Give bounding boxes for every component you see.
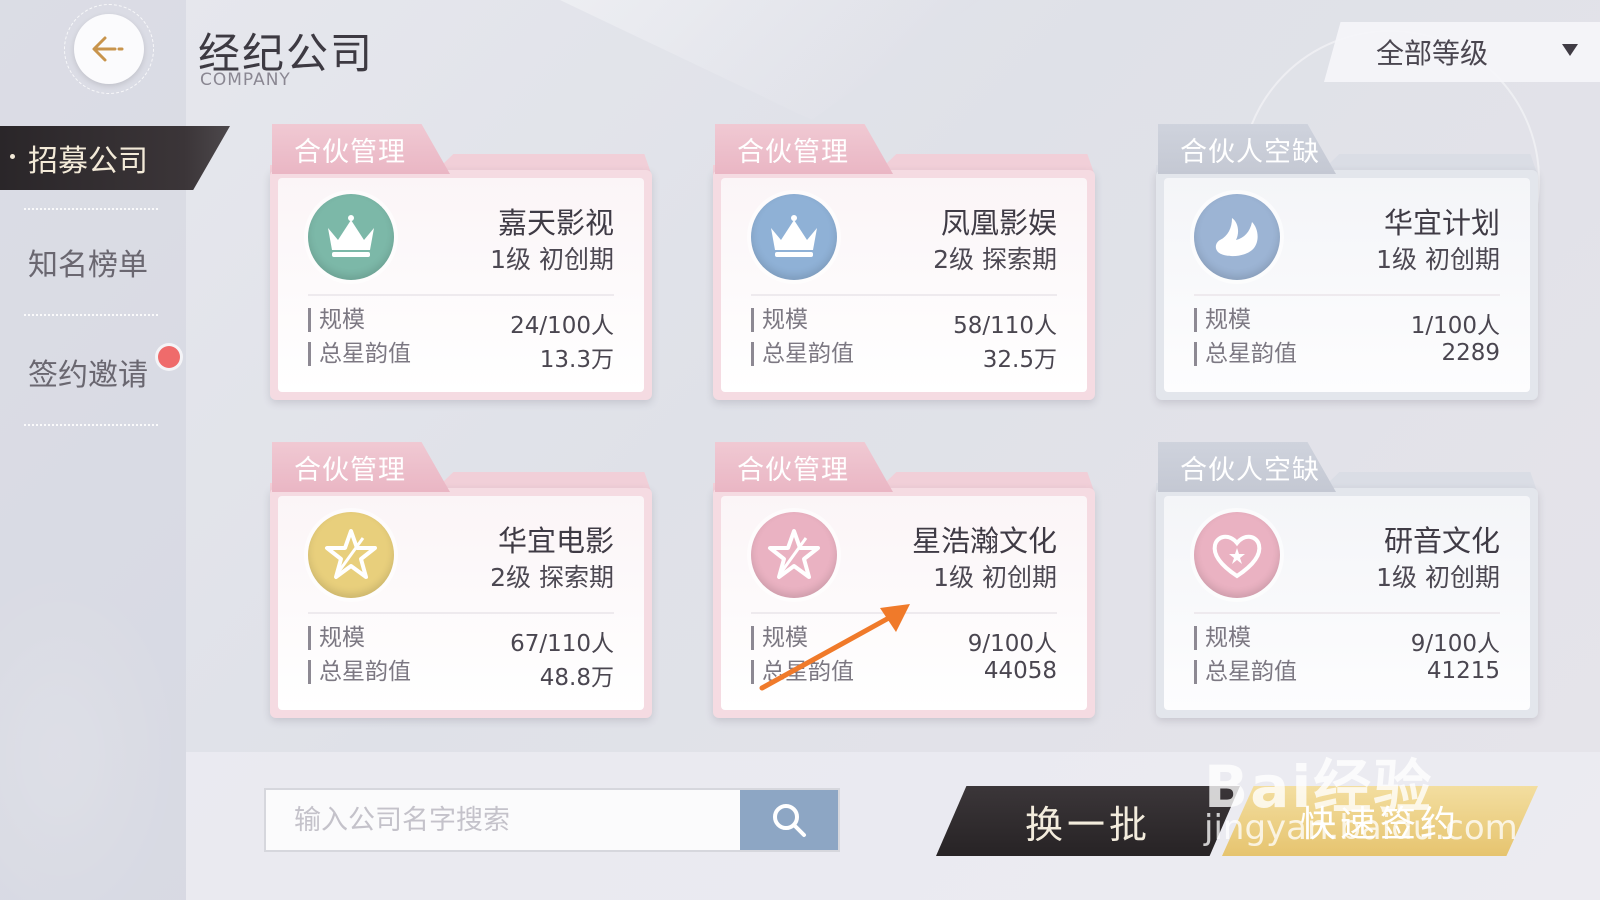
star-icon (308, 512, 394, 598)
page-subtitle: COMPANY (200, 70, 291, 90)
sidebar-item-recruit-company[interactable]: 招募公司 (0, 126, 230, 190)
company-level: 2级 探索期 (490, 563, 614, 592)
company-name: 凤凰影娱 (940, 206, 1057, 240)
card-divider (308, 294, 614, 296)
level-filter-dropdown[interactable]: 全部等级 (1324, 22, 1600, 82)
star-value: 32.5万 (982, 347, 1057, 373)
scale-label: 规模 (1194, 626, 1251, 650)
company-level: 1级 初创期 (490, 245, 614, 274)
card-tab-label: 合伙管理 (715, 124, 893, 174)
company-card[interactable]: 合伙管理 星浩瀚文化 1级 初创期 规模 9/100人 总星韵值 44058 (713, 442, 1095, 718)
company-level: 2级 探索期 (933, 245, 1057, 274)
company-name: 华宜电影 (497, 524, 614, 558)
sidebar-item-famous-list[interactable]: 知名榜单 (0, 230, 186, 294)
sidebar-item-label: 知名榜单 (28, 248, 148, 283)
scale-label: 规模 (751, 626, 808, 650)
company-level: 1级 初创期 (1376, 563, 1500, 592)
scale-label: 规模 (751, 308, 808, 332)
star-value-label: 总星韵值 (1194, 342, 1297, 366)
notification-dot (158, 346, 180, 368)
company-card[interactable]: 合伙管理 凤凰影娱 2级 探索期 规模 58/110人 总星韵值 32.5万 (713, 124, 1095, 400)
card-divider (751, 294, 1057, 296)
star-value: 48.8万 (539, 665, 614, 691)
search-icon (773, 804, 806, 837)
swan-icon (1194, 194, 1280, 280)
background-triangle-decoration (560, 0, 980, 120)
card-tab-label: 合伙管理 (272, 442, 450, 492)
card-divider (751, 612, 1057, 614)
card-tab-label: 合伙人空缺 (1158, 124, 1336, 174)
star-value: 44058 (983, 658, 1057, 684)
company-card[interactable]: 合伙人空缺 研音文化 1级 初创期 规模 9/100人 总星韵值 41215 (1156, 442, 1538, 718)
star-value-label: 总星韵值 (1194, 660, 1297, 684)
company-card[interactable]: 合伙管理 嘉天影视 1级 初创期 规模 24/100人 总星韵值 13.3万 (270, 124, 652, 400)
star-value-label: 总星韵值 (751, 342, 854, 366)
card-divider (1194, 294, 1500, 296)
company-level: 1级 初创期 (1376, 245, 1500, 274)
scale-label: 规模 (308, 308, 365, 332)
company-card[interactable]: 合伙人空缺 华宜计划 1级 初创期 规模 1/100人 总星韵值 2289 (1156, 124, 1538, 400)
search-input[interactable] (266, 790, 738, 850)
quick-sign-button[interactable]: 快速签约 (1222, 786, 1538, 856)
card-tab-label: 合伙管理 (715, 442, 893, 492)
star-icon (751, 512, 837, 598)
sidebar-divider (24, 314, 158, 316)
sidebar-item-label: 招募公司 (28, 144, 148, 179)
active-bullet-icon (10, 154, 15, 159)
card-divider (1194, 612, 1500, 614)
star-value: 13.3万 (539, 347, 614, 373)
sidebar-divider (24, 208, 158, 210)
crown-icon (308, 194, 394, 280)
sidebar-item-sign-invite[interactable]: 签约邀请 (0, 340, 186, 404)
back-button[interactable] (74, 14, 144, 84)
star-value-label: 总星韵值 (751, 660, 854, 684)
caret-down-icon (1562, 44, 1578, 56)
company-level: 1级 初创期 (933, 563, 1057, 592)
star-value: 41215 (1426, 658, 1500, 684)
level-filter-label: 全部等级 (1376, 37, 1489, 70)
card-divider (308, 612, 614, 614)
company-name: 嘉天影视 (497, 206, 614, 240)
scale-value: 9/100人 (1410, 631, 1500, 657)
scale-label: 规模 (1194, 308, 1251, 332)
company-name: 研音文化 (1383, 524, 1500, 558)
star-value-label: 总星韵值 (308, 660, 411, 684)
scale-value: 58/110人 (953, 313, 1057, 339)
search-button[interactable] (740, 790, 838, 850)
scale-value: 24/100人 (510, 313, 614, 339)
scale-value: 67/110人 (510, 631, 614, 657)
sidebar-divider (24, 424, 158, 426)
scale-value: 1/100人 (1410, 313, 1500, 339)
star-value: 2289 (1441, 340, 1500, 366)
star-value-label: 总星韵值 (308, 342, 411, 366)
swap-batch-button[interactable]: 换一批 (936, 786, 1240, 856)
quick-sign-label: 快速签约 (1299, 804, 1460, 845)
crown-icon (751, 194, 837, 280)
sidebar-item-label: 签约邀请 (28, 358, 148, 393)
arrow-left-icon (92, 36, 124, 62)
scale-value: 9/100人 (967, 631, 1057, 657)
company-name: 华宜计划 (1383, 206, 1500, 240)
scale-label: 规模 (308, 626, 365, 650)
company-name: 星浩瀚文化 (911, 524, 1057, 558)
heart-icon (1194, 512, 1280, 598)
card-tab-label: 合伙人空缺 (1158, 442, 1336, 492)
swap-batch-label: 换一批 (1024, 802, 1151, 847)
card-tab-label: 合伙管理 (272, 124, 450, 174)
company-card[interactable]: 合伙管理 华宜电影 2级 探索期 规模 67/110人 总星韵值 48.8万 (270, 442, 652, 718)
